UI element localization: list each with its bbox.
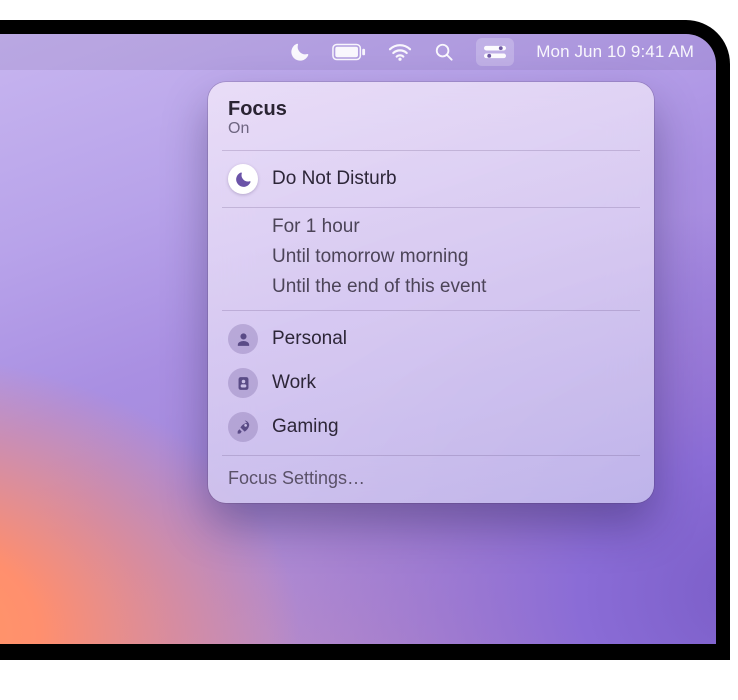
dnd-duration-option[interactable]: For 1 hour bbox=[208, 212, 654, 242]
focus-mode-label: Gaming bbox=[272, 416, 339, 438]
badge-icon bbox=[228, 368, 258, 398]
menubar: Mon Jun 10 9:41 AM bbox=[0, 34, 716, 70]
moon-icon bbox=[290, 42, 310, 62]
focus-popover: Focus On Do Not Disturb For 1 hour Until… bbox=[208, 82, 654, 503]
focus-mode-label: Work bbox=[272, 372, 316, 394]
popover-header: Focus On bbox=[208, 94, 654, 148]
do-not-disturb-row[interactable]: Do Not Disturb bbox=[208, 157, 654, 201]
divider bbox=[222, 207, 640, 208]
desktop-screen: Mon Jun 10 9:41 AM Focus On Do Not Distu… bbox=[0, 34, 716, 644]
do-not-disturb-label: Do Not Disturb bbox=[272, 168, 397, 190]
focus-settings-link[interactable]: Focus Settings… bbox=[208, 458, 654, 495]
focus-mode-work[interactable]: Work bbox=[208, 361, 654, 405]
dnd-duration-option[interactable]: Until the end of this event bbox=[208, 272, 654, 302]
dnd-duration-option[interactable]: Until tomorrow morning bbox=[208, 242, 654, 272]
focus-mode-gaming[interactable]: Gaming bbox=[208, 405, 654, 449]
battery-icon bbox=[332, 43, 366, 61]
divider bbox=[222, 310, 640, 311]
popover-status: On bbox=[228, 120, 634, 138]
battery-menubar-item[interactable] bbox=[332, 34, 366, 70]
focus-mode-personal[interactable]: Personal bbox=[208, 317, 654, 361]
popover-title: Focus bbox=[228, 98, 634, 121]
focus-menubar-item[interactable] bbox=[290, 34, 310, 70]
divider bbox=[222, 455, 640, 456]
wifi-menubar-item[interactable] bbox=[388, 34, 412, 70]
person-icon bbox=[228, 324, 258, 354]
rocket-icon bbox=[228, 412, 258, 442]
moon-icon bbox=[228, 164, 258, 194]
divider bbox=[222, 150, 640, 151]
control-center-icon bbox=[484, 44, 506, 60]
focus-mode-label: Personal bbox=[272, 328, 347, 350]
control-center-menubar-item[interactable] bbox=[476, 38, 514, 66]
spotlight-menubar-item[interactable] bbox=[434, 34, 454, 70]
wifi-icon bbox=[388, 43, 412, 61]
search-icon bbox=[434, 42, 454, 62]
menubar-clock[interactable]: Mon Jun 10 9:41 AM bbox=[536, 34, 694, 70]
